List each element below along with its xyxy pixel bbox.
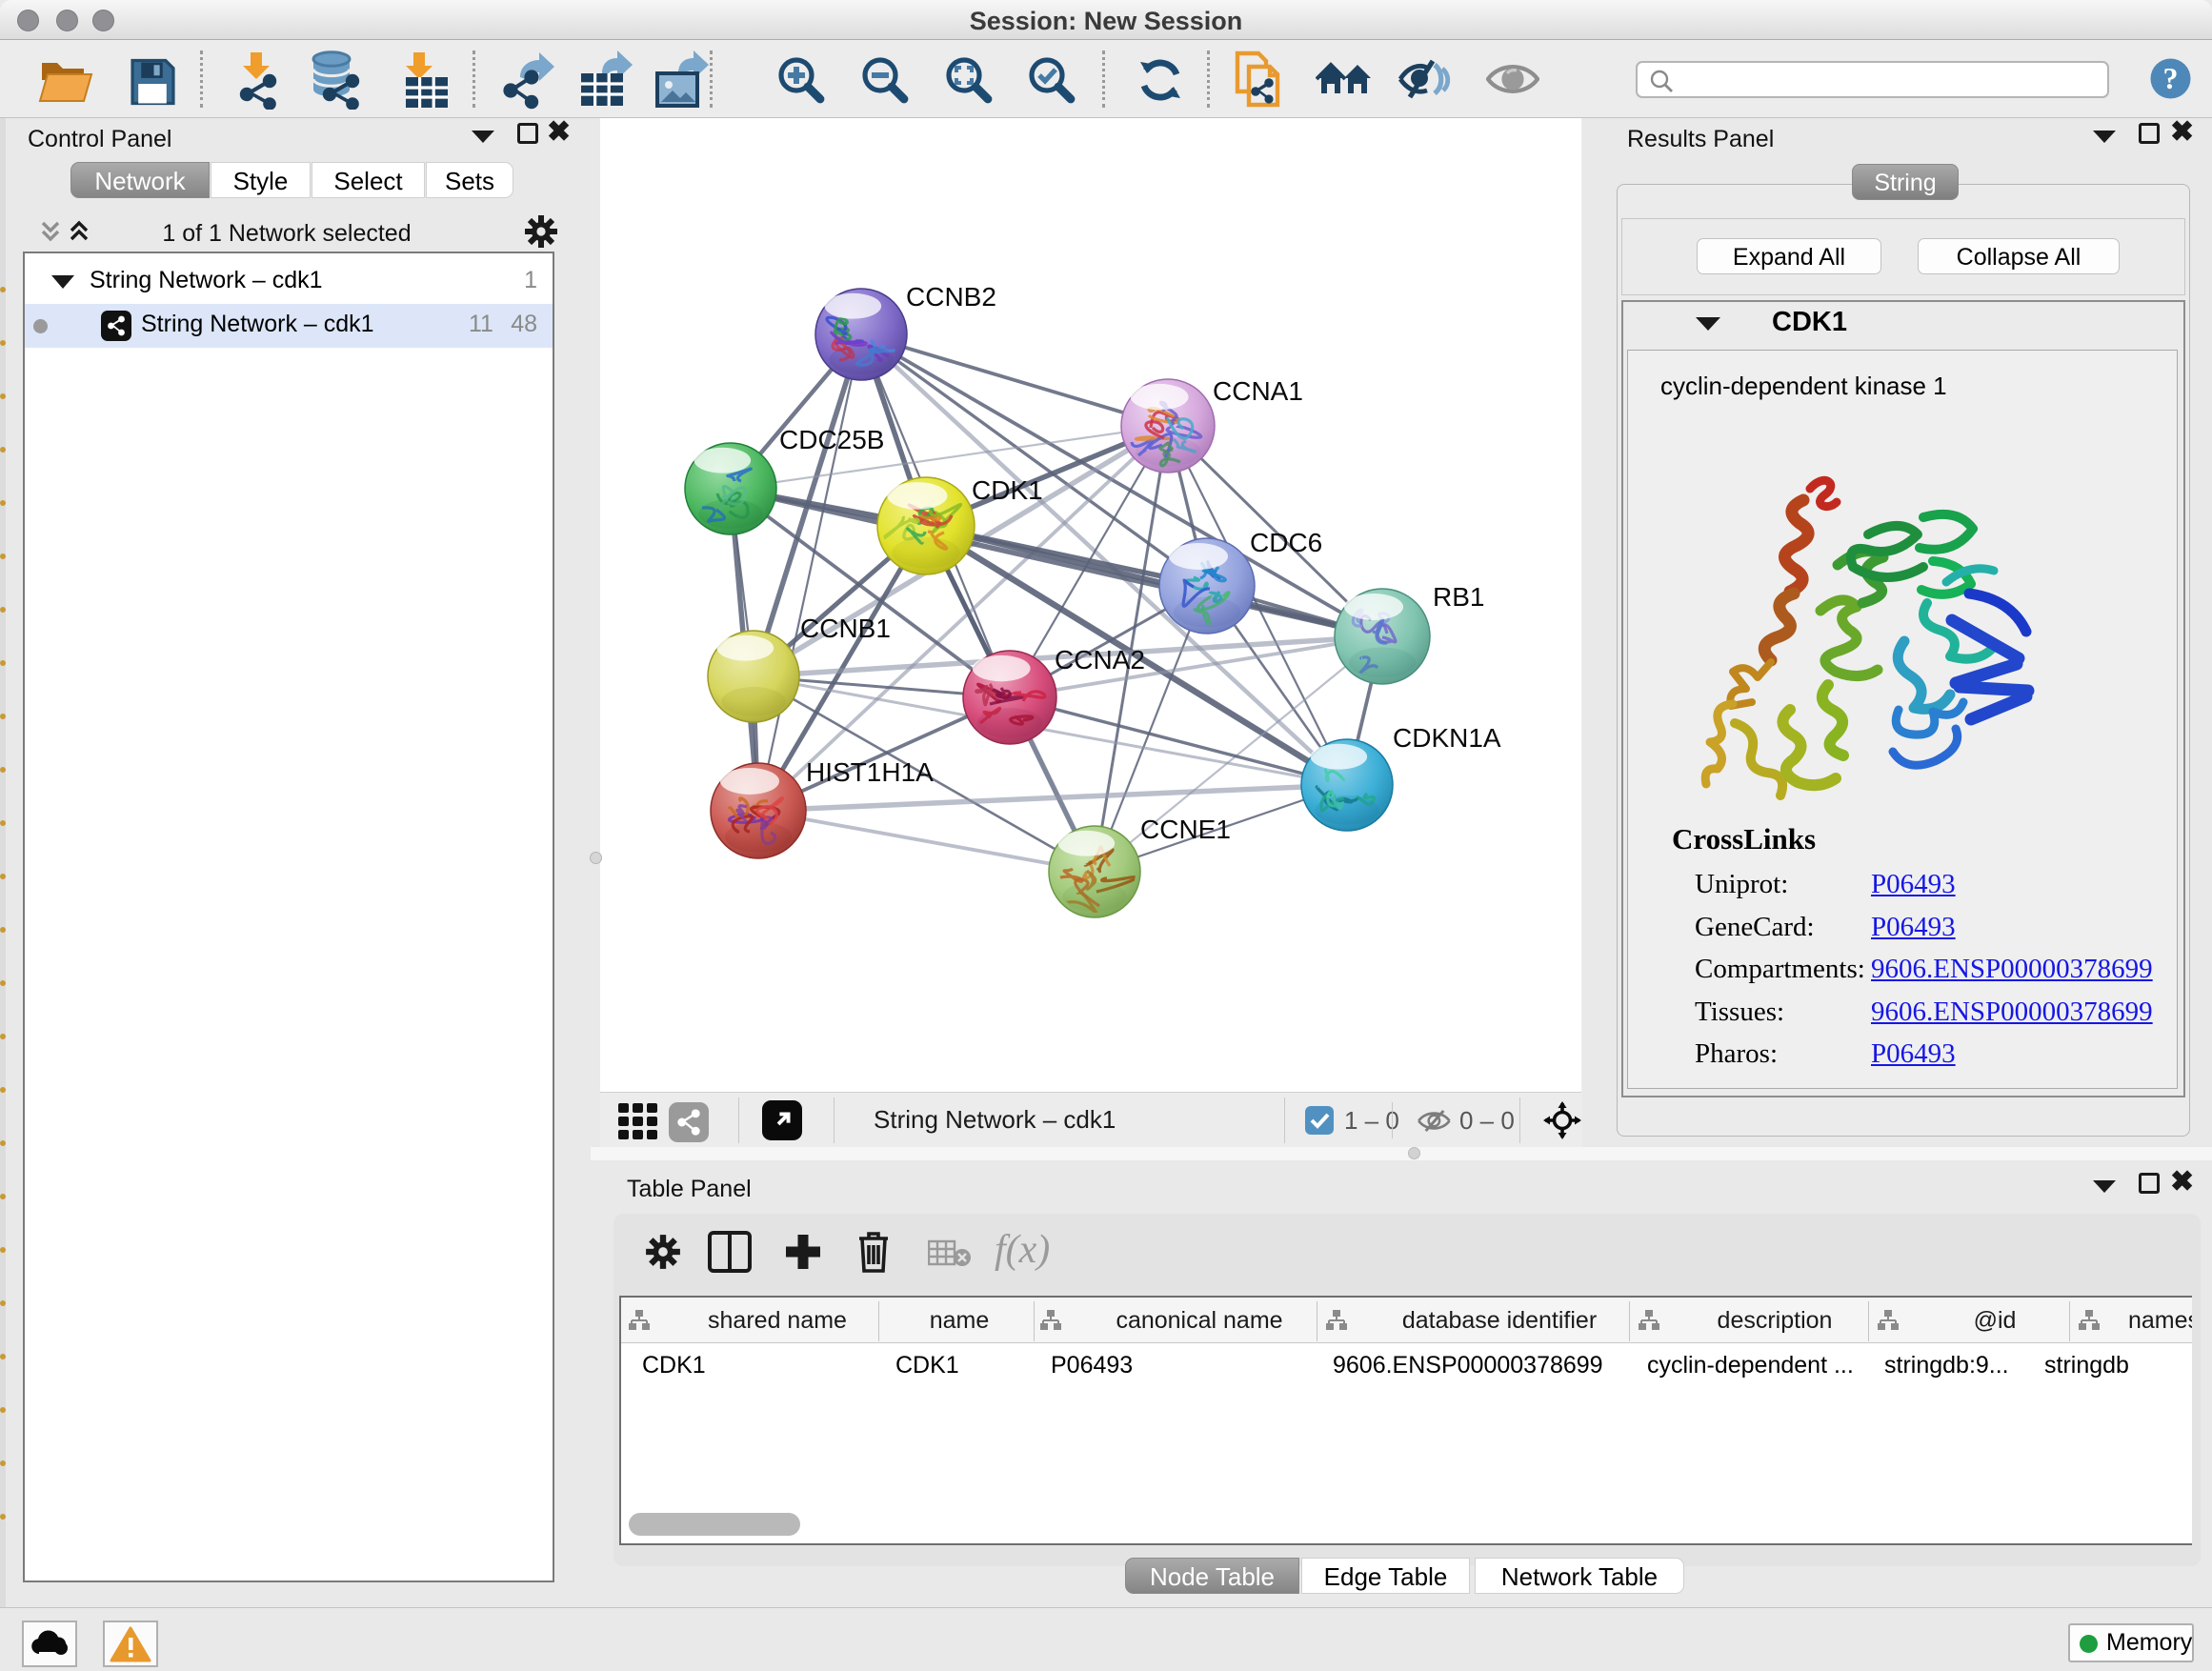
svg-text:?: ? bbox=[2163, 61, 2179, 95]
svg-text:CCNB1: CCNB1 bbox=[800, 614, 891, 643]
svg-text:CCNA2: CCNA2 bbox=[1055, 645, 1145, 674]
svg-text:RB1: RB1 bbox=[1433, 582, 1484, 612]
svg-text:CDC6: CDC6 bbox=[1250, 528, 1322, 557]
svg-text:CCNE1: CCNE1 bbox=[1140, 815, 1231, 844]
svg-text:HIST1H1A: HIST1H1A bbox=[806, 757, 934, 787]
svg-text:CDK1: CDK1 bbox=[972, 475, 1043, 505]
svg-text:CDC25B: CDC25B bbox=[779, 425, 884, 454]
svg-text:CDKN1A: CDKN1A bbox=[1393, 723, 1501, 753]
svg-text:CCNA1: CCNA1 bbox=[1213, 376, 1303, 406]
svg-text:CCNB2: CCNB2 bbox=[906, 282, 996, 312]
